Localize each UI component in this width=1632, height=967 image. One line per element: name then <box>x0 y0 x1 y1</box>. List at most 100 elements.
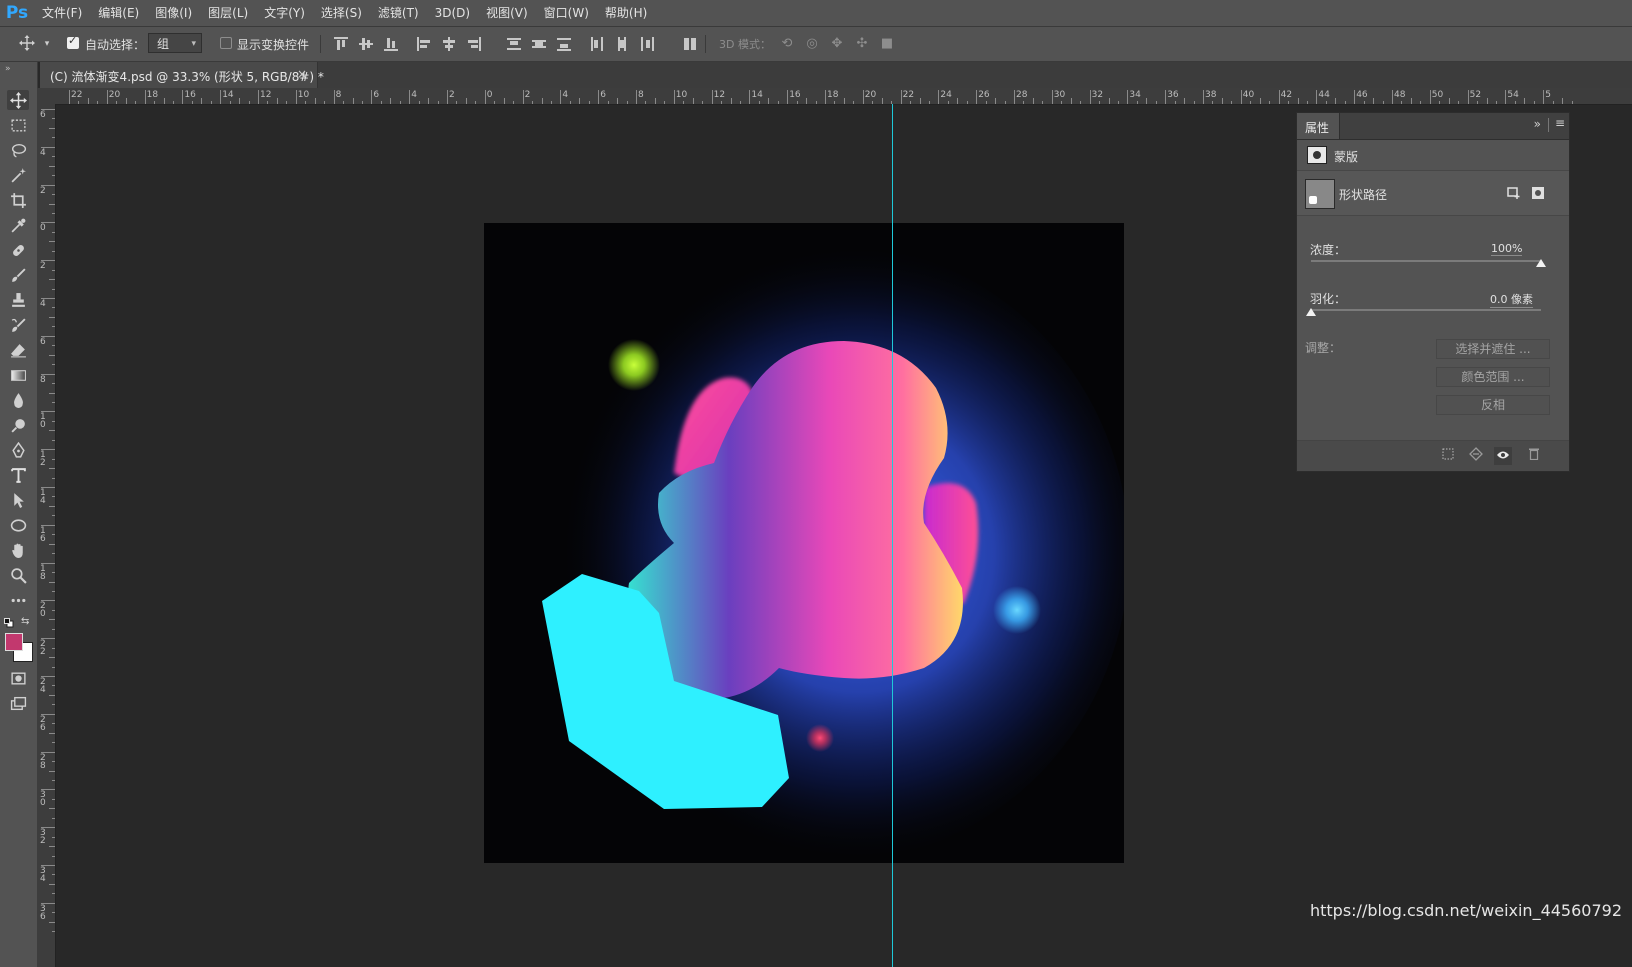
invert-button[interactable]: 反相 <box>1436 395 1550 415</box>
default-colors-icon[interactable] <box>4 617 14 628</box>
move-tool-icon[interactable] <box>7 90 29 110</box>
color-range-button[interactable]: 颜色范围 ... <box>1436 367 1550 387</box>
align-bottom-icon[interactable] <box>384 37 398 51</box>
feather-value[interactable]: 0.0 像素 <box>1490 291 1533 308</box>
foreground-color-swatch[interactable] <box>5 633 23 651</box>
menu-view[interactable]: 视图(V) <box>478 0 536 26</box>
screen-mode-icon[interactable] <box>7 693 29 713</box>
align-hcenter-icon[interactable] <box>442 37 456 51</box>
healing-brush-tool-icon[interactable] <box>7 240 29 260</box>
blur-tool-icon[interactable] <box>7 390 29 410</box>
ruler-origin[interactable] <box>37 88 56 105</box>
swap-colors-icon[interactable]: ⇆ <box>21 616 29 627</box>
panel-menu-icon[interactable]: ≡ <box>1555 116 1565 130</box>
ruler-tick <box>1203 90 1204 104</box>
density-value[interactable]: 100% <box>1491 242 1523 256</box>
ruler-label: 6 <box>40 336 46 347</box>
distribute-hcenter-icon[interactable] <box>615 37 629 51</box>
eyedropper-tool-icon[interactable] <box>7 215 29 235</box>
shape-path-row[interactable]: 形状路径 <box>1297 171 1569 216</box>
path-selection-tool-icon[interactable] <box>7 490 29 510</box>
close-icon[interactable]: × <box>297 67 307 81</box>
type-tool-icon[interactable] <box>7 465 29 485</box>
3d-roll-icon[interactable]: ◎ <box>803 35 821 53</box>
hand-tool-icon[interactable] <box>7 540 29 560</box>
3d-orbit-icon[interactable]: ⟲ <box>778 35 796 53</box>
select-and-mask-button[interactable]: 选择并遮住 ... <box>1436 339 1550 359</box>
brush-tool-icon[interactable] <box>7 265 29 285</box>
3d-pan-icon[interactable]: ✥ <box>828 35 846 53</box>
menu-image[interactable]: 图像(I) <box>147 0 200 26</box>
crop-tool-icon[interactable] <box>7 190 29 210</box>
apply-mask-icon[interactable] <box>1467 447 1485 465</box>
chevron-down-icon[interactable]: ▾ <box>38 35 56 53</box>
panel-grip-icon[interactable]: » <box>5 64 11 74</box>
ruler-minor-tick <box>49 846 55 848</box>
eye-icon[interactable] <box>1494 447 1512 465</box>
ruler-minor-tick <box>428 98 430 104</box>
gradient-tool-icon[interactable] <box>7 365 29 385</box>
3d-scale-icon[interactable]: ■ <box>878 35 896 53</box>
menu-select[interactable]: 选择(S) <box>313 0 370 26</box>
pen-tool-icon[interactable] <box>7 440 29 460</box>
distribute-bottom-icon[interactable] <box>557 37 571 51</box>
menu-3d[interactable]: 3D(D) <box>427 0 478 26</box>
tab-properties[interactable]: 属性 <box>1297 113 1340 139</box>
feather-slider-thumb[interactable] <box>1306 308 1316 316</box>
menu-help[interactable]: 帮助(H) <box>597 0 655 26</box>
ruler-minor-tick <box>1061 101 1063 104</box>
vertical-ruler[interactable]: 6 4 2 0 2 4 6 8 10 12 14 16 18 20 22 24 26 28 30 32 34 36 <box>37 104 56 967</box>
align-vcenter-icon[interactable] <box>359 37 373 51</box>
mask-icon[interactable] <box>1307 146 1327 164</box>
menu-window[interactable]: 窗口(W) <box>536 0 597 26</box>
vertical-guide-line[interactable] <box>892 104 893 967</box>
distribute-vcenter-icon[interactable] <box>532 37 546 51</box>
ruler-label: 10 <box>297 90 310 100</box>
menu-file[interactable]: 文件(F) <box>34 0 90 26</box>
clone-stamp-tool-icon[interactable] <box>7 290 29 310</box>
horizontal-ruler[interactable]: 22 20 18 16 14 12 10 8 6 4 2 0 2 4 6 8 10 12 14 16 18 20 22 24 2… <box>55 88 1632 105</box>
auto-select-dropdown[interactable]: 组 ▾ <box>148 33 202 53</box>
lasso-tool-icon[interactable] <box>7 140 29 160</box>
more-tools-icon[interactable] <box>7 590 29 610</box>
ellipse-tool-icon[interactable] <box>7 515 29 535</box>
trash-icon[interactable] <box>1525 447 1543 465</box>
3d-slide-icon[interactable]: ✣ <box>853 35 871 53</box>
distribute-top-icon[interactable] <box>507 37 521 51</box>
ruler-minor-tick <box>49 241 55 243</box>
align-left-icon[interactable] <box>417 37 431 51</box>
auto-select-checkbox[interactable] <box>67 34 79 49</box>
menu-type[interactable]: 文字(Y) <box>256 0 313 26</box>
history-brush-tool-icon[interactable] <box>7 315 29 335</box>
magic-wand-tool-icon[interactable] <box>7 165 29 185</box>
marquee-tool-icon[interactable] <box>7 115 29 135</box>
dodge-tool-icon[interactable] <box>7 415 29 435</box>
menu-bar: Ps 文件(F) 编辑(E) 图像(I) 图层(L) 文字(Y) 选择(S) 滤… <box>0 0 1632 27</box>
properties-panel: 属性 » ≡ 蒙版 形状路径 浓度： 100% 羽化： 0.0 像素 调整： 选… <box>1296 112 1570 472</box>
ruler-minor-tick <box>52 383 55 385</box>
load-selection-icon[interactable] <box>1439 447 1457 465</box>
ruler-tick <box>1014 90 1015 104</box>
density-slider-thumb[interactable] <box>1536 259 1546 267</box>
eraser-tool-icon[interactable] <box>7 340 29 360</box>
distribute-right-icon[interactable] <box>640 37 654 51</box>
align-top-icon[interactable] <box>334 37 348 51</box>
menu-filter[interactable]: 滤镜(T) <box>370 0 427 26</box>
quick-mask-icon[interactable] <box>7 668 29 688</box>
feather-slider[interactable] <box>1311 309 1541 311</box>
add-vector-mask-icon[interactable] <box>1507 186 1521 200</box>
move-tool-preset-icon[interactable] <box>18 35 36 53</box>
align-right-icon[interactable] <box>467 37 481 51</box>
show-transform-checkbox[interactable] <box>220 37 232 49</box>
document-tab[interactable]: (C) 流体渐变4.psd @ 33.3% (形状 5, RGB/8#) * × <box>40 62 324 88</box>
distribute-left-icon[interactable] <box>590 37 604 51</box>
menu-edit[interactable]: 编辑(E) <box>90 0 147 26</box>
auto-align-layers-icon[interactable] <box>683 37 697 51</box>
document-canvas[interactable] <box>484 223 1124 863</box>
ruler-minor-tick <box>116 101 118 104</box>
menu-layer[interactable]: 图层(L) <box>200 0 256 26</box>
zoom-tool-icon[interactable] <box>7 565 29 585</box>
collapse-panel-icon[interactable]: » <box>1534 117 1541 131</box>
vector-mask-options-icon[interactable] <box>1531 186 1545 200</box>
density-slider[interactable] <box>1311 260 1541 262</box>
